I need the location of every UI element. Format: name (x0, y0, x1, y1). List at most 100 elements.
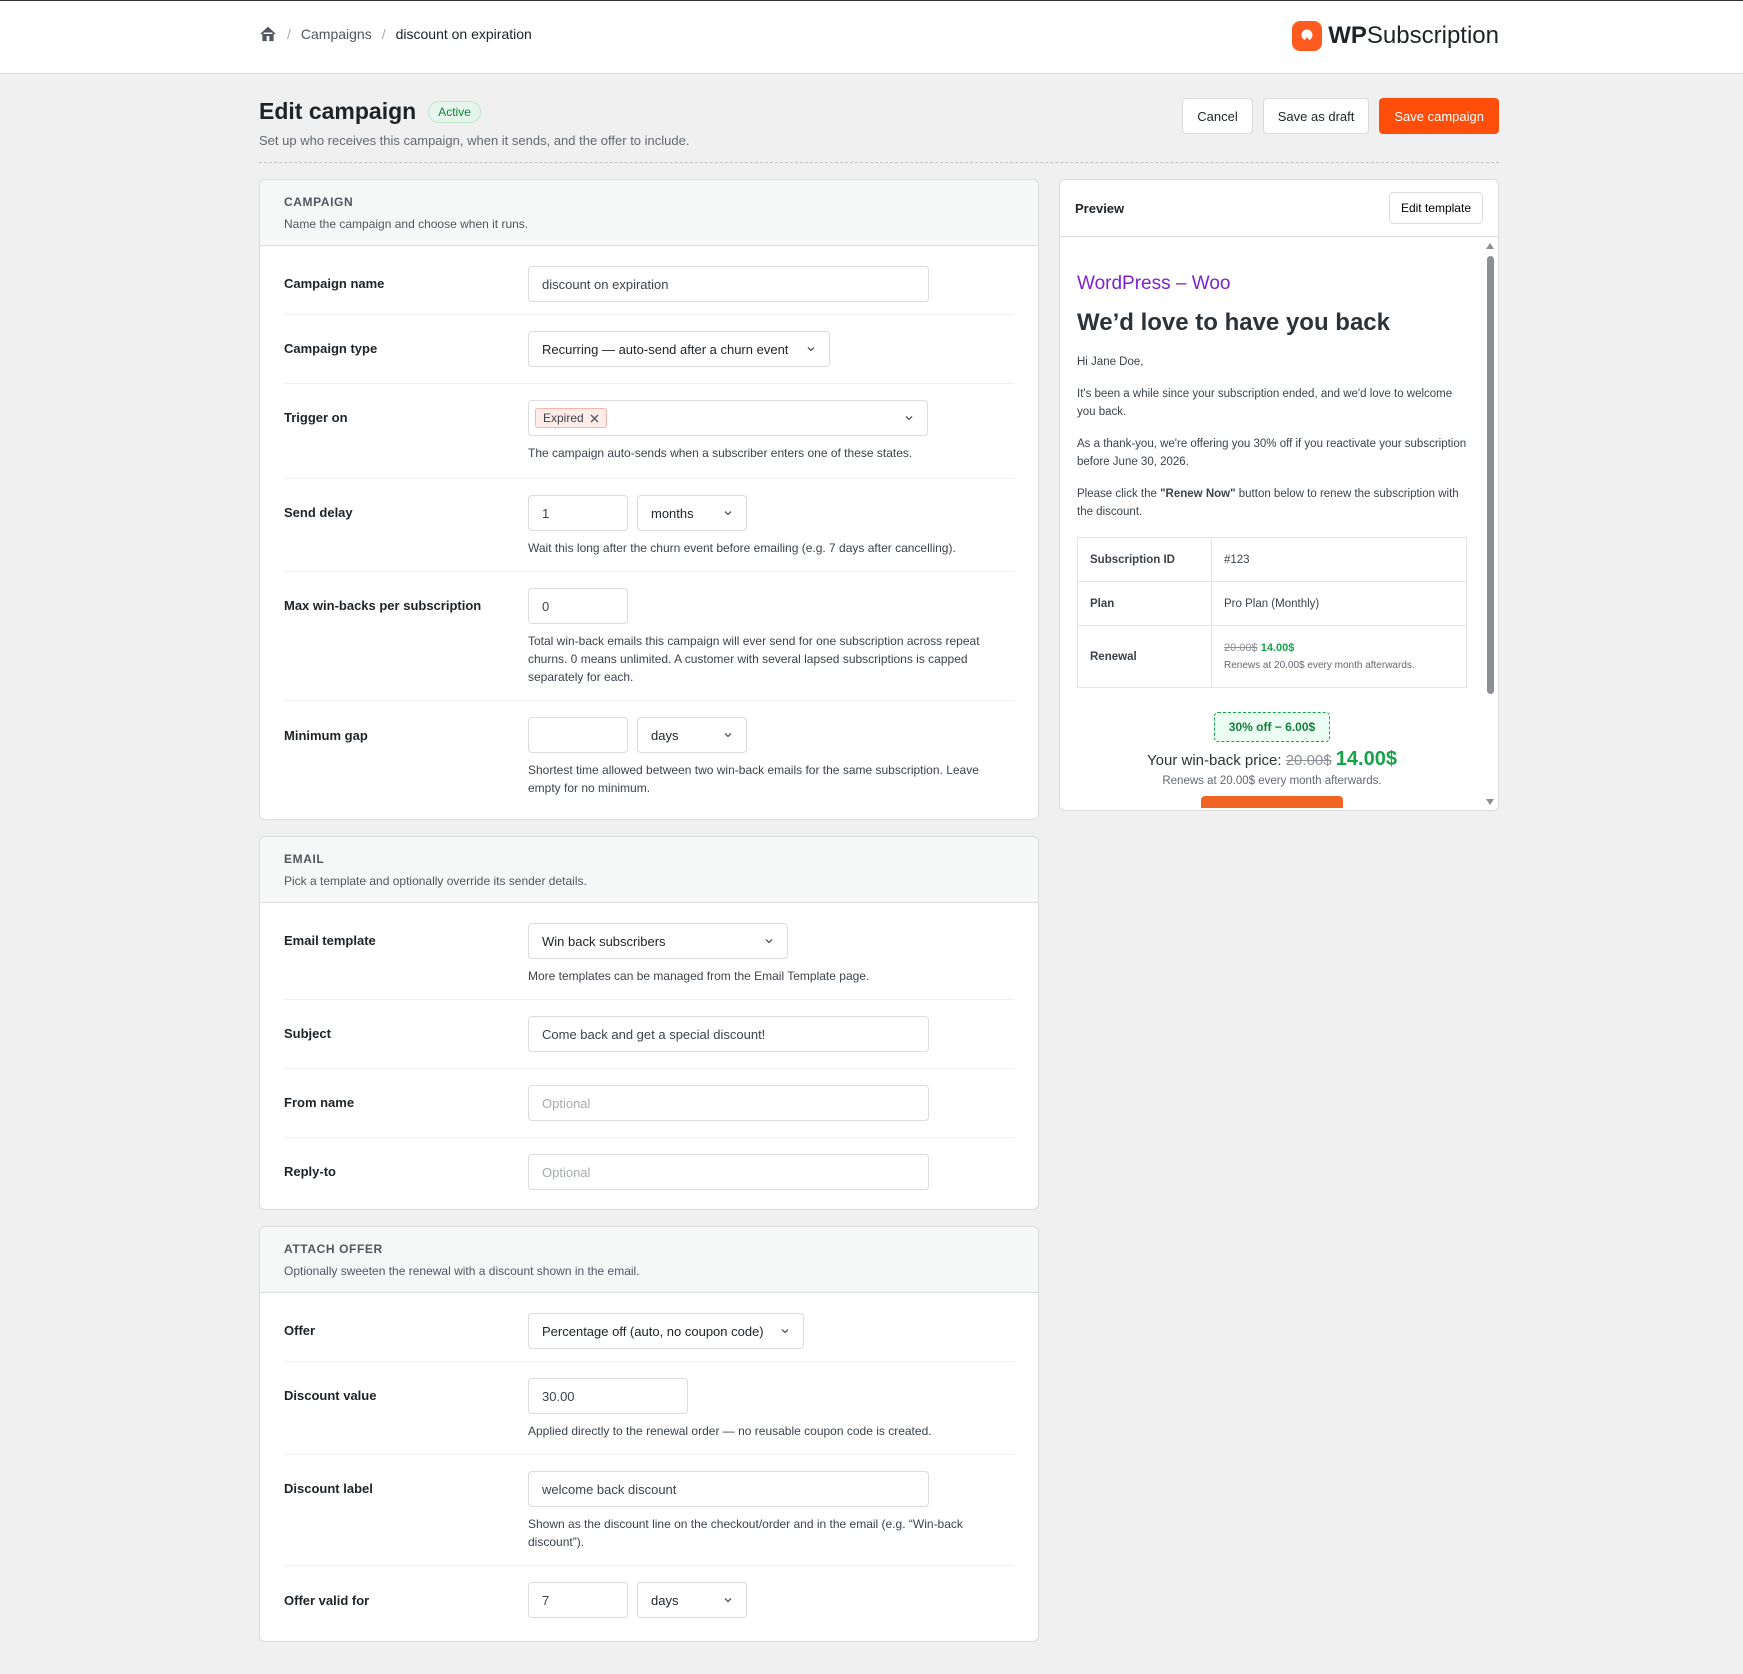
preview-panel: Preview Edit template WordPress – Woo We… (1059, 179, 1499, 811)
section-heading: EMAIL (284, 852, 325, 866)
section-heading: CAMPAIGN (284, 195, 354, 209)
field-label: Reply-to (284, 1164, 336, 1179)
table-value: #123 (1211, 537, 1467, 582)
send-delay-input[interactable]: 1 (528, 495, 628, 531)
table-key: Subscription ID (1077, 537, 1212, 582)
minimum-gap-unit-select[interactable]: days (637, 717, 747, 753)
campaign-card-header: CAMPAIGN Name the campaign and choose wh… (260, 180, 1038, 246)
breadcrumb: / Campaigns / discount on expiration (259, 25, 532, 43)
reply-to-row: Reply-to Optional (284, 1138, 1014, 1208)
select-value: months (651, 505, 694, 521)
from-name-input[interactable]: Optional (528, 1085, 929, 1121)
send-delay-unit-select[interactable]: months (637, 495, 747, 531)
table-row: Renewal 20.00$ 14.00$ Renews at 20.00$ e… (1077, 625, 1467, 688)
chevron-down-icon (781, 1329, 789, 1334)
trigger-chip: Expired (535, 408, 607, 428)
select-value: Win back subscribers (542, 933, 666, 949)
minimum-gap-input[interactable] (528, 717, 628, 753)
field-label: Campaign name (284, 276, 385, 291)
section-description: Pick a template and optionally override … (284, 874, 587, 888)
close-icon[interactable] (590, 414, 599, 423)
email-template-row: Email template Win back subscribers More… (284, 903, 1014, 1000)
renews-note: Renews at 20.00$ every month afterwards. (1162, 775, 1382, 787)
campaign-type-select[interactable]: Recurring — auto-send after a churn even… (528, 331, 830, 367)
brand-rest: Subscription (1366, 22, 1499, 49)
offer-type-select[interactable]: Percentage off (auto, no coupon code) (528, 1313, 804, 1349)
cancel-button[interactable]: Cancel (1182, 98, 1253, 134)
email-template-help: More templates can be managed from the E… (528, 969, 870, 983)
save-campaign-button[interactable]: Save campaign (1379, 98, 1499, 134)
top-bar: / Campaigns / discount on expiration WPS… (0, 0, 1743, 74)
offer-valid-input[interactable]: 7 (528, 1582, 628, 1618)
discount-value-help: Applied directly to the renewal order — … (528, 1424, 932, 1438)
brand-logo: WPSubscription (1292, 21, 1499, 51)
send-delay-row: Send delay 1 months Wait this long after… (284, 479, 1014, 572)
select-value: Recurring — auto-send after a churn even… (542, 341, 789, 357)
offer-card-header: ATTACH OFFER Optionally sweeten the rene… (260, 1227, 1038, 1293)
discount-label-input[interactable]: welcome back discount (528, 1471, 929, 1507)
subject-input[interactable]: Come back and get a special discount! (528, 1016, 929, 1052)
minimum-gap-help: Shortest time allowed between two win-ba… (528, 763, 979, 795)
from-name-row: From name Optional (284, 1069, 1014, 1138)
section-description: Name the campaign and choose when it run… (284, 217, 529, 231)
breadcrumb-separator: / (381, 26, 386, 42)
renew-now-button[interactable] (1201, 796, 1343, 808)
email-template-select[interactable]: Win back subscribers (528, 923, 788, 959)
table-value: 20.00$ 14.00$ Renews at 20.00$ every mon… (1211, 625, 1467, 688)
text: Please click the (1077, 488, 1161, 500)
breadcrumb-campaigns-link[interactable]: Campaigns (301, 26, 372, 42)
field-label: Send delay (284, 505, 353, 520)
trigger-multiselect[interactable]: Expired (528, 400, 928, 436)
scroll-down-icon[interactable] (1486, 799, 1494, 805)
preview-scrollbar[interactable] (1485, 240, 1495, 808)
field-label: Email template (284, 933, 376, 948)
save-draft-button[interactable]: Save as draft (1262, 98, 1370, 134)
reply-to-input[interactable]: Optional (528, 1154, 929, 1190)
field-label: Trigger on (284, 410, 348, 425)
email-site-name: WordPress – Woo (1077, 273, 1231, 294)
offer-row: Offer Percentage off (auto, no coupon co… (284, 1293, 1014, 1362)
discount-label-row: Discount label welcome back discount Sho… (284, 1455, 1014, 1566)
header-actions: Cancel Save as draft Save campaign (1182, 98, 1499, 134)
chevron-down-icon (724, 511, 732, 516)
field-label: Offer (284, 1323, 316, 1338)
table-row: Plan Pro Plan (Monthly) (1077, 581, 1467, 626)
field-label: Subject (284, 1026, 331, 1041)
scrollbar-thumb[interactable] (1487, 256, 1494, 694)
discount-value-input[interactable]: 30.00 (528, 1378, 688, 1414)
offer-valid-unit-select[interactable]: days (637, 1582, 747, 1618)
field-label: Discount value (284, 1388, 377, 1403)
logo-mark-icon (1292, 21, 1323, 51)
select-value: days (651, 727, 679, 743)
preview-label: Preview (1075, 200, 1125, 216)
preview-header: Preview Edit template (1060, 180, 1498, 237)
select-value: days (651, 1592, 679, 1608)
scroll-up-icon[interactable] (1486, 243, 1494, 249)
renew-now-text: "Renew Now" (1160, 488, 1236, 500)
select-value: Percentage off (auto, no coupon code) (542, 1323, 764, 1339)
chevron-down-icon (724, 1598, 732, 1603)
email-greeting: Hi Jane Doe, (1077, 356, 1144, 368)
table-key: Plan (1077, 581, 1212, 626)
max-winbacks-row: Max win-backs per subscription 0 Total w… (284, 572, 1014, 701)
chevron-down-icon (807, 347, 815, 352)
edit-template-button[interactable]: Edit template (1388, 192, 1483, 224)
table-row: Subscription ID #123 (1077, 537, 1467, 582)
field-label: Campaign type (284, 341, 378, 356)
discount-pill: 30% off − 6.00$ (1213, 712, 1331, 742)
table-key: Renewal (1077, 625, 1212, 688)
campaign-card: CAMPAIGN Name the campaign and choose wh… (259, 179, 1039, 820)
breadcrumb-current: discount on expiration (395, 26, 532, 42)
field-label: Offer valid for (284, 1593, 370, 1608)
winback-label: Your win-back price: (1147, 752, 1282, 769)
winback-price: Your win-back price: 20.00$ 14.00$ (1077, 748, 1467, 771)
campaign-name-row: Campaign name discount on expiration (284, 246, 1014, 315)
max-winbacks-input[interactable]: 0 (528, 588, 628, 624)
campaign-name-input[interactable]: discount on expiration (528, 266, 929, 302)
discount-value-row: Discount value 30.00 Applied directly to… (284, 1362, 1014, 1455)
new-price: 14.00$ (1335, 748, 1397, 770)
home-icon[interactable] (259, 25, 277, 43)
email-card: EMAIL Pick a template and optionally ove… (259, 836, 1039, 1210)
email-paragraph: As a thank-you, we're offering you 30% o… (1077, 438, 1467, 468)
section-heading: ATTACH OFFER (284, 1242, 383, 1256)
